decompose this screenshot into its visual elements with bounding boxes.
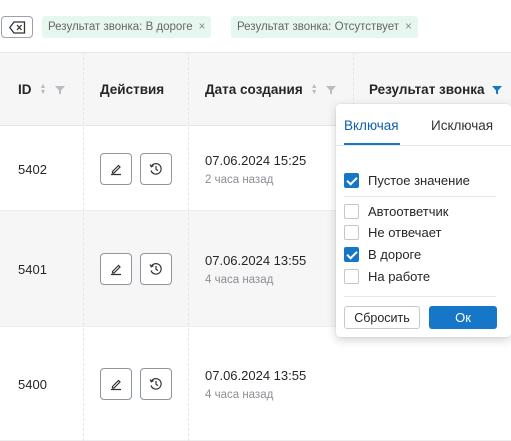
close-icon[interactable]: × xyxy=(405,21,412,33)
filter-mode-tabs: Включая Исключая xyxy=(336,104,511,146)
column-divider xyxy=(188,52,189,441)
close-icon[interactable]: × xyxy=(199,21,206,33)
filter-icon[interactable] xyxy=(54,85,65,95)
checkbox[interactable] xyxy=(344,173,359,188)
created-date: 07.06.2024 13:55 xyxy=(205,368,307,383)
option-on-the-road[interactable]: В дороге xyxy=(344,247,421,262)
option-label: Не отвечает xyxy=(368,225,442,240)
history-button[interactable] xyxy=(140,153,172,185)
option-label: Пустое значение xyxy=(368,173,470,188)
column-title: Результат звонка xyxy=(369,82,485,97)
reset-button[interactable]: Сбросить xyxy=(344,306,420,329)
created-relative: 4 часа назад xyxy=(205,389,274,401)
edit-icon xyxy=(111,379,121,391)
sort-icon[interactable]: ▲ ▼ xyxy=(311,83,319,96)
edit-button[interactable] xyxy=(100,368,132,400)
option-label: В дороге xyxy=(368,247,422,262)
row-id: 5400 xyxy=(18,377,47,392)
column-divider xyxy=(83,52,84,441)
column-title: Действия xyxy=(100,82,165,97)
checkbox[interactable] xyxy=(344,247,359,262)
created-relative: 2 часа назад xyxy=(205,174,274,186)
edit-button[interactable] xyxy=(100,253,132,285)
filter-icon[interactable] xyxy=(325,85,336,95)
option-answering-machine[interactable]: Автоответчик xyxy=(344,204,448,219)
filter-tags-bar: Результат звонка: В дороге × Результат зв… xyxy=(0,0,511,52)
active-tab-indicator xyxy=(344,143,400,145)
checkbox[interactable] xyxy=(344,225,359,240)
option-label: На работе xyxy=(368,269,431,284)
column-header-id[interactable]: ID ▲ ▼ xyxy=(18,53,65,126)
history-icon xyxy=(149,263,162,275)
call-result-filter-dropdown: Включая Исключая Пустое значение Автоотв… xyxy=(336,104,511,337)
tab-include[interactable]: Включая xyxy=(344,118,399,133)
history-icon xyxy=(149,378,162,390)
filter-tag-label: Результат звонка: Отсутствует xyxy=(237,21,400,33)
edit-button[interactable] xyxy=(100,153,132,185)
created-date: 07.06.2024 13:55 xyxy=(205,253,307,268)
filter-tag: Результат звонка: Отсутствует × xyxy=(231,16,418,38)
history-button[interactable] xyxy=(140,368,172,400)
ok-button[interactable]: Ок xyxy=(429,306,497,329)
history-icon xyxy=(149,163,162,175)
filter-icon[interactable] xyxy=(491,85,502,95)
column-title: Дата создания xyxy=(205,82,303,97)
row-id: 5402 xyxy=(18,162,47,177)
row-id: 5401 xyxy=(18,262,47,277)
filter-tag: Результат звонка: В дороге × xyxy=(42,16,212,38)
history-button[interactable] xyxy=(140,253,172,285)
option-empty-value[interactable]: Пустое значение xyxy=(344,173,470,188)
option-no-answer[interactable]: Не отвечает xyxy=(344,225,441,240)
column-title: ID xyxy=(18,82,32,97)
checkbox[interactable] xyxy=(344,269,359,284)
option-label: Автоответчик xyxy=(368,204,449,219)
column-header-actions: Действия xyxy=(100,53,164,126)
sort-icon[interactable]: ▲ ▼ xyxy=(40,83,48,96)
table-row: 5400 07.06.2024 13:55 4 часа назад xyxy=(0,327,511,441)
edit-icon xyxy=(111,264,121,276)
backspace-icon xyxy=(9,21,26,34)
checkbox[interactable] xyxy=(344,204,359,219)
divider xyxy=(344,296,496,297)
clear-filters-button[interactable] xyxy=(1,16,33,38)
column-header-created[interactable]: Дата создания ▲ ▼ xyxy=(205,53,336,126)
created-date: 07.06.2024 15:25 xyxy=(205,153,307,168)
edit-icon xyxy=(111,164,121,176)
divider xyxy=(344,196,496,197)
option-at-work[interactable]: На работе xyxy=(344,269,430,284)
tab-exclude[interactable]: Исключая xyxy=(431,118,493,133)
filter-tag-label: Результат звонка: В дороге xyxy=(48,21,193,33)
created-relative: 4 часа назад xyxy=(205,274,274,286)
